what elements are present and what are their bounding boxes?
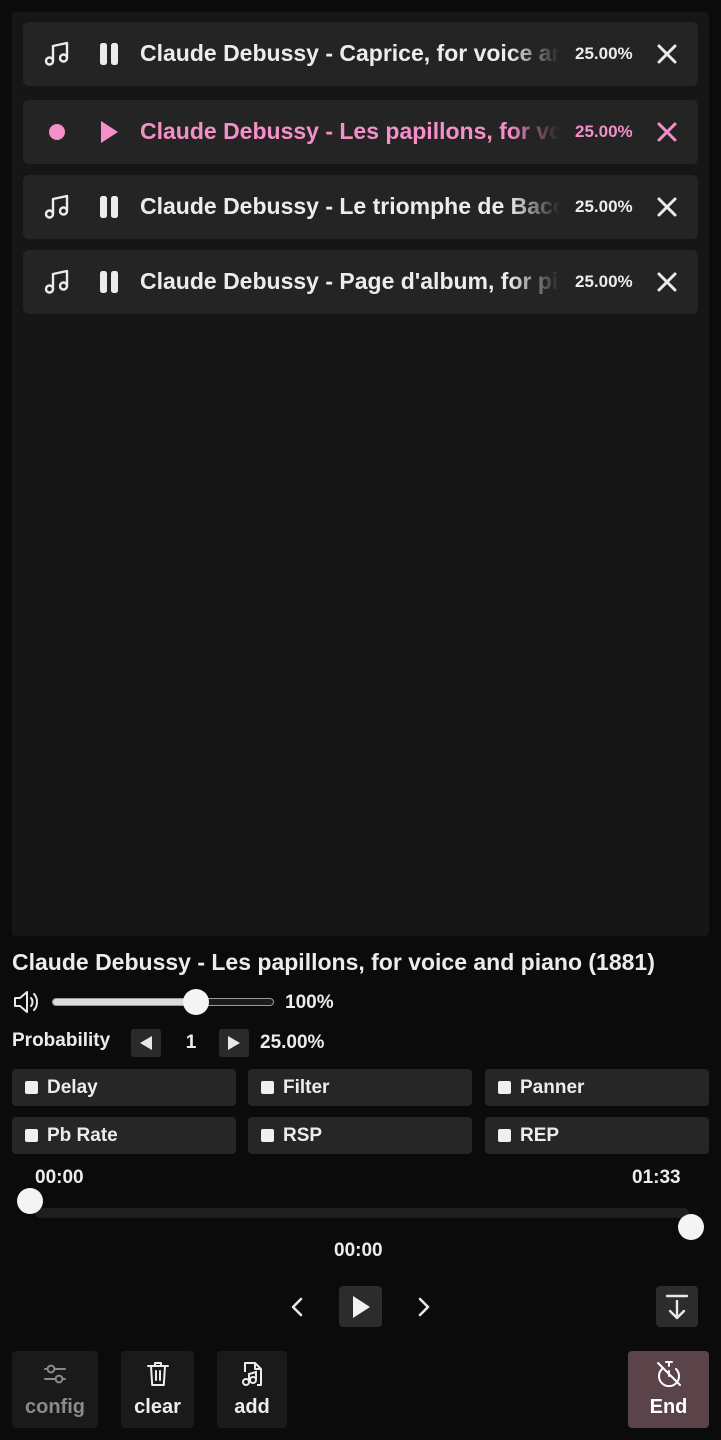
next-button[interactable]: [411, 1292, 437, 1322]
effect-toggle[interactable]: RSP: [248, 1117, 472, 1154]
music-note-icon: [41, 191, 73, 223]
playlist-item[interactable]: Claude Debussy - Page d'album, for piano…: [23, 250, 698, 314]
seek-start-time: 00:00: [35, 1167, 84, 1188]
effect-toggle[interactable]: Panner: [485, 1069, 709, 1106]
now-playing-title: Claude Debussy - Les papillons, for voic…: [12, 949, 655, 975]
effect-label: Filter: [283, 1077, 330, 1098]
scroll-to-bottom-button[interactable]: [656, 1286, 698, 1327]
playlist-item-probability: 25.00%: [575, 44, 633, 63]
file-music-icon: [242, 1362, 262, 1386]
checkbox[interactable]: [498, 1129, 511, 1142]
pause-icon[interactable]: [95, 38, 123, 70]
effect-toggle[interactable]: Delay: [12, 1069, 236, 1106]
effect-label: RSP: [283, 1125, 323, 1146]
effect-toggle[interactable]: REP: [485, 1117, 709, 1154]
config-button[interactable]: config: [12, 1351, 98, 1428]
clear-button[interactable]: clear: [121, 1351, 194, 1428]
effect-toggle[interactable]: Filter: [248, 1069, 472, 1106]
music-note-icon: [41, 38, 73, 70]
music-note-icon: [41, 266, 73, 298]
playlist-item-title: Claude Debussy - Les papillons, for voic…: [140, 118, 560, 144]
probability-count: 1: [185, 1032, 197, 1053]
playlist-item[interactable]: Claude Debussy - Le triomphe de Bacchus 2…: [23, 175, 698, 239]
checkbox[interactable]: [261, 1081, 274, 1094]
effect-label: Delay: [47, 1077, 98, 1098]
probability-decrease-button[interactable]: [131, 1029, 161, 1057]
arrow-down-to-line-icon: [665, 1294, 689, 1319]
pause-icon[interactable]: [95, 191, 123, 223]
checkbox[interactable]: [25, 1081, 38, 1094]
config-label: config: [25, 1396, 85, 1418]
playlist-item-title: Claude Debussy - Caprice, for voice and …: [140, 40, 560, 66]
triangle-left-icon: [140, 1036, 152, 1050]
close-icon[interactable]: [651, 266, 683, 298]
effect-label: Pb Rate: [47, 1125, 118, 1146]
play-icon: [352, 1295, 370, 1318]
probability-increase-button[interactable]: [219, 1029, 249, 1057]
seek-slider[interactable]: [35, 1208, 689, 1218]
probability-label: Probability: [12, 1030, 111, 1051]
timer-off-icon: [656, 1361, 681, 1388]
volume-fill: [53, 999, 198, 1005]
current-time: 00:00: [334, 1240, 383, 1261]
end-button[interactable]: End: [628, 1351, 709, 1428]
playlist-item-title: Claude Debussy - Page d'album, for piano: [140, 268, 560, 294]
playlist-item-probability: 25.00%: [575, 272, 633, 291]
checkbox[interactable]: [498, 1081, 511, 1094]
sliders-icon: [44, 1364, 66, 1384]
add-label: add: [234, 1396, 270, 1418]
effect-label: Panner: [520, 1077, 585, 1098]
playlist-item[interactable]: Claude Debussy - Les papillons, for voic…: [23, 100, 698, 164]
previous-button[interactable]: [284, 1292, 310, 1322]
seek-start-thumb[interactable]: [17, 1188, 43, 1214]
volume-slider[interactable]: [52, 998, 274, 1006]
volume-slider-thumb[interactable]: [183, 989, 210, 1015]
seek-end-thumb[interactable]: [678, 1214, 704, 1240]
playlist-panel: Claude Debussy - Caprice, for voice and …: [12, 12, 709, 936]
volume-icon[interactable]: [12, 988, 40, 1016]
clear-label: clear: [134, 1396, 181, 1418]
checkbox[interactable]: [25, 1129, 38, 1142]
play-button[interactable]: [339, 1286, 382, 1327]
probability-percent: 25.00%: [260, 1032, 325, 1053]
effect-toggle[interactable]: Pb Rate: [12, 1117, 236, 1154]
playlist-item-probability: 25.00%: [575, 197, 633, 216]
end-label: End: [649, 1396, 688, 1418]
playlist-item-probability: 25.00%: [575, 122, 633, 141]
close-icon[interactable]: [651, 38, 683, 70]
trash-icon: [146, 1362, 169, 1386]
playing-dot-icon: [41, 116, 73, 148]
add-button[interactable]: add: [217, 1351, 287, 1428]
chevron-left-icon: [291, 1297, 303, 1317]
seek-end-time: 01:33: [632, 1167, 681, 1188]
pause-icon[interactable]: [95, 266, 123, 298]
play-icon[interactable]: [95, 116, 123, 148]
chevron-right-icon: [418, 1297, 430, 1317]
triangle-right-icon: [228, 1036, 240, 1050]
close-icon[interactable]: [651, 191, 683, 223]
effect-label: REP: [520, 1125, 560, 1146]
volume-value: 100%: [285, 992, 334, 1013]
playlist-item[interactable]: Claude Debussy - Caprice, for voice and …: [23, 22, 698, 86]
close-icon[interactable]: [651, 116, 683, 148]
checkbox[interactable]: [261, 1129, 274, 1142]
playlist-item-title: Claude Debussy - Le triomphe de Bacchus: [140, 193, 560, 219]
